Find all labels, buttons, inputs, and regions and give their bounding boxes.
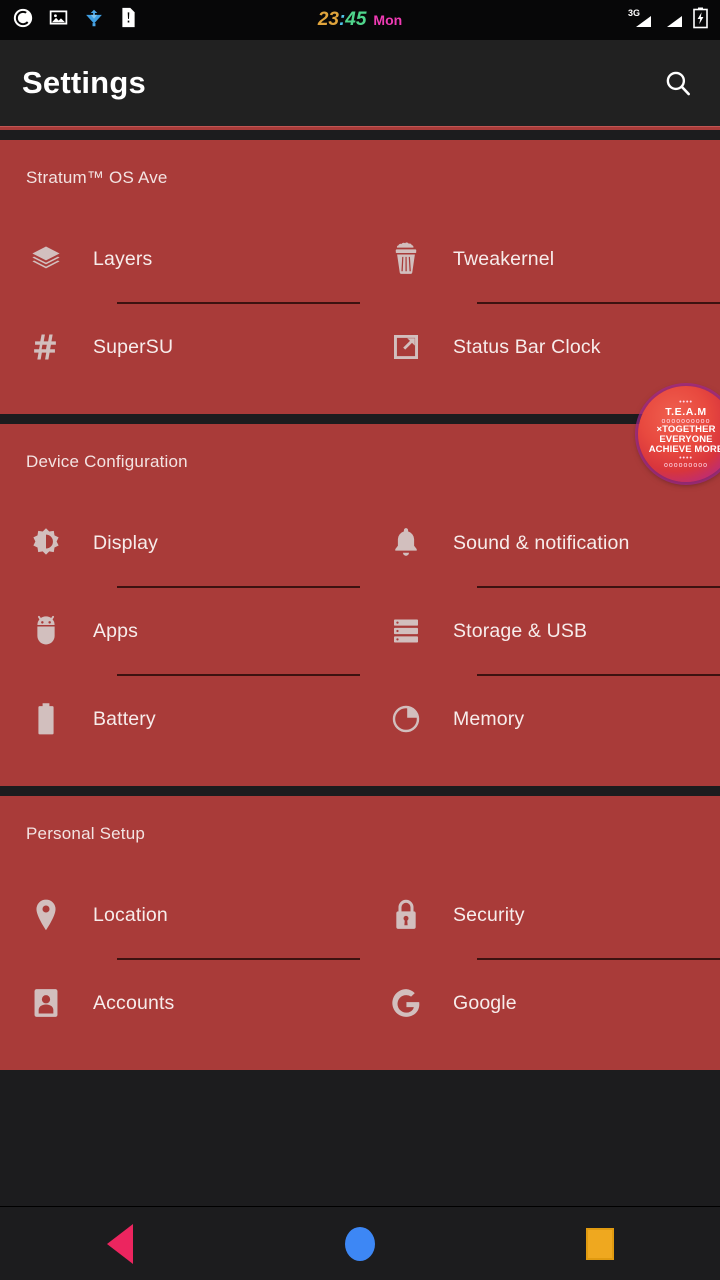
settings-item-label: Accounts <box>93 991 175 1014</box>
photo-image-icon <box>48 7 69 33</box>
section-gap <box>0 130 720 140</box>
google-g-icon <box>384 986 428 1020</box>
status-bar-left-icons <box>12 7 138 34</box>
grid-cell: Layers <box>0 216 360 304</box>
brightness-icon <box>24 526 68 560</box>
android-bug-icon <box>24 614 68 648</box>
page-title: Settings <box>22 65 146 100</box>
section-header: Device Configuration <box>26 452 188 471</box>
battery-charging-icon <box>693 7 708 34</box>
nav-back-button[interactable] <box>0 1207 240 1280</box>
settings-item-label: Display <box>93 531 158 554</box>
settings-item-sound-notification[interactable]: Sound & notification <box>360 500 720 586</box>
grid-cell: Tweakernel <box>360 216 720 304</box>
signal-bars-icon <box>662 7 684 34</box>
settings-item-tweakernel[interactable]: Tweakernel <box>360 216 720 302</box>
grid-cell: Battery <box>0 676 360 762</box>
settings-item-label: Google <box>453 991 517 1014</box>
settings-item-display[interactable]: Display <box>0 500 360 586</box>
settings-item-storage-usb[interactable]: Storage & USB <box>360 588 720 674</box>
settings-item-layers[interactable]: Layers <box>0 216 360 302</box>
lock-icon <box>384 898 428 932</box>
section-grid: Layers Tweakernel SuperSU Status Bar Clo… <box>0 216 720 390</box>
pie-chart-icon <box>384 703 428 735</box>
media-play-icon <box>12 7 34 34</box>
section-grid: Display Sound & notification Apps Storag… <box>0 500 720 762</box>
grid-cell: Security <box>360 872 720 960</box>
signal-3g-icon: 3G <box>627 7 653 34</box>
settings-screen: 23:45 Mon 3G Settings Stratum™ OS Ave La… <box>0 0 720 1280</box>
status-bar: 23:45 Mon 3G <box>0 0 720 40</box>
settings-item-label: Status Bar Clock <box>453 335 601 358</box>
battery-icon <box>24 702 68 736</box>
grid-cell: Location <box>0 872 360 960</box>
home-circle-icon <box>345 1226 375 1261</box>
settings-item-label: Security <box>453 903 525 926</box>
section-gap <box>0 786 720 796</box>
settings-item-label: Location <box>93 903 168 926</box>
recents-square-icon <box>586 1227 614 1260</box>
badge-line-3: ACHIEVE MORE <box>648 444 720 456</box>
grid-cell: Memory <box>360 676 720 762</box>
clock-separator: : <box>338 9 346 30</box>
clock-hours: 23 <box>317 9 339 30</box>
grid-cell: Display <box>0 500 360 588</box>
section-header: Personal Setup <box>26 824 146 843</box>
document-alert-icon <box>119 7 138 33</box>
svg-text:3G: 3G <box>628 8 640 18</box>
settings-item-label: Tweakernel <box>453 247 555 270</box>
grid-cell: Storage & USB <box>360 588 720 676</box>
layers-icon <box>24 242 68 276</box>
grid-cell: Sound & notification <box>360 500 720 588</box>
section-card-personal-setup: Personal Setup Location Security Account… <box>0 796 720 1070</box>
search-icon[interactable] <box>658 63 698 103</box>
settings-item-accounts[interactable]: Accounts <box>0 960 360 1046</box>
settings-item-security[interactable]: Security <box>360 872 720 958</box>
settings-item-label: Apps <box>93 619 139 642</box>
settings-item-label: Layers <box>93 247 153 270</box>
clock-day: Mon <box>373 12 403 28</box>
storage-icon <box>384 616 428 646</box>
section-gap <box>0 414 720 424</box>
person-card-icon <box>24 987 68 1019</box>
section-card-device-configuration: •••• T.E.A.M oooooooooo ×TOGETHER EVERYO… <box>0 386 720 786</box>
badge-dots-bottom-2: ooooooooo <box>663 461 709 469</box>
grid-cell: Status Bar Clock <box>360 304 720 390</box>
settings-item-status-bar-clock[interactable]: Status Bar Clock <box>360 304 720 390</box>
badge-dots-bottom: •••• <box>679 454 693 462</box>
cupcake-icon <box>384 242 428 276</box>
back-triangle-icon <box>107 1223 133 1264</box>
settings-item-battery[interactable]: Battery <box>0 676 360 762</box>
settings-item-apps[interactable]: Apps <box>0 588 360 674</box>
section-card-stratum: Stratum™ OS Ave Layers Tweakernel SuperS… <box>0 140 720 414</box>
navigation-bar <box>0 1206 720 1280</box>
badge-dots-top: •••• <box>679 399 693 407</box>
grid-cell: SuperSU <box>0 304 360 390</box>
settings-item-label: Storage & USB <box>453 619 588 642</box>
nav-recents-button[interactable] <box>480 1207 720 1280</box>
download-icon <box>83 7 105 34</box>
settings-item-location[interactable]: Location <box>0 872 360 958</box>
settings-item-memory[interactable]: Memory <box>360 676 720 762</box>
settings-item-supersu[interactable]: SuperSU <box>0 304 360 390</box>
settings-item-label: Memory <box>453 707 525 730</box>
grid-cell: Apps <box>0 588 360 676</box>
external-link-icon <box>384 331 428 363</box>
bell-icon <box>384 526 428 560</box>
status-bar-right-icons: 3G <box>627 7 708 34</box>
nav-home-button[interactable] <box>240 1207 480 1280</box>
grid-cell: Google <box>360 960 720 1046</box>
settings-item-label: Sound & notification <box>453 531 630 554</box>
map-pin-icon <box>24 898 68 932</box>
section-grid: Location Security Accounts Google <box>0 872 720 1046</box>
settings-item-label: Battery <box>93 707 156 730</box>
badge-title: T.E.A.M <box>665 406 707 419</box>
hash-icon <box>24 331 68 363</box>
section-header: Stratum™ OS Ave <box>26 168 168 187</box>
app-bar: Settings <box>0 40 720 126</box>
clock-minutes: 45 <box>345 9 367 30</box>
settings-item-label: SuperSU <box>93 335 174 358</box>
grid-cell: Accounts <box>0 960 360 1046</box>
settings-item-google[interactable]: Google <box>360 960 720 1046</box>
